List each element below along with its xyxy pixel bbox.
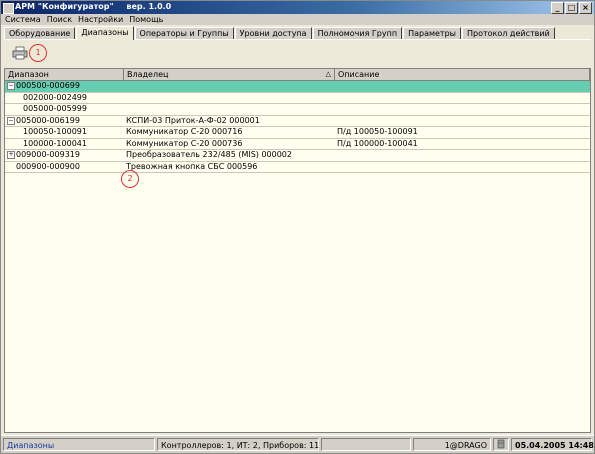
description-cell (335, 81, 590, 92)
status-bar: Диапазоны Контроллеров: 1, ИТ: 2, Прибор… (1, 435, 595, 453)
table-row[interactable]: 002000-002499 (5, 93, 590, 104)
minimize-button[interactable]: _ (551, 2, 564, 14)
status-section: Диапазоны (3, 438, 155, 451)
window-controls: _ □ × (551, 2, 592, 14)
range-cell: 000900-000900 (5, 162, 124, 173)
owner-cell (124, 93, 335, 104)
range-value: 000900-000900 (16, 161, 80, 171)
description-cell (335, 162, 590, 173)
range-value: 002000-002499 (23, 92, 87, 102)
range-value: 000500-000699 (16, 81, 80, 90)
maximize-button[interactable]: □ (565, 2, 578, 14)
app-version: вер. 1.0.0 (126, 2, 172, 11)
owner-cell: Преобразователь 232/485 (MIS) 000002 (126, 150, 292, 159)
tab-ranges[interactable]: Диапазоны (76, 26, 134, 40)
status-empty-panel (321, 438, 411, 451)
status-counts: Контроллеров: 1, ИТ: 2, Приборов: 11 (157, 438, 319, 451)
description-cell (335, 116, 590, 127)
range-value: 005000-005999 (23, 104, 87, 113)
menu-item-settings[interactable]: Настройки (78, 14, 123, 25)
owner-cell (124, 81, 335, 92)
range-cell: 100050-100091 (5, 127, 124, 138)
column-header-description[interactable]: Описание (335, 69, 590, 80)
description-cell (335, 150, 590, 161)
range-cell: 005000-005999 (5, 104, 124, 115)
column-header-range[interactable]: Диапазон (5, 69, 124, 80)
table-row[interactable]: 005000-005999 (5, 104, 590, 116)
owner-cell: Коммуникатор С-20 000716 (126, 127, 243, 136)
menu-bar: Система Поиск Настройки Помощь (1, 14, 594, 25)
window-title: АРМ "Конфигуратор" вер. 1.0.0 (15, 2, 171, 11)
range-cell: 100000-100041 (5, 139, 124, 150)
range-value: 100050-100091 (23, 127, 87, 136)
app-window: АРМ "Конфигуратор" вер. 1.0.0 _ □ × Сист… (0, 0, 595, 454)
close-button[interactable]: × (579, 2, 592, 14)
range-value: 009000-009319 (16, 150, 80, 159)
grid-header: Диапазон Владелец △ Описание (5, 69, 590, 81)
column-header-owner-label: Владелец (127, 70, 169, 79)
range-cell: +009000-009319 (5, 150, 124, 161)
column-header-owner[interactable]: Владелец △ (124, 69, 335, 80)
status-datetime: 05.04.2005 14:48:37 (511, 438, 595, 451)
collapse-icon[interactable]: − (7, 82, 15, 91)
range-cell: 002000-002499 (5, 93, 124, 104)
description-cell (335, 93, 590, 104)
description-cell: П/д 100050-100091 (337, 127, 418, 136)
printer-icon (12, 46, 28, 60)
app-title: АРМ "Конфигуратор" (15, 2, 114, 11)
table-row[interactable]: +009000-009319 Преобразователь 232/485 (M… (5, 150, 590, 162)
owner-cell (124, 104, 335, 115)
range-cell: −000500-000699 (5, 81, 124, 92)
table-row[interactable]: 100000-100041 Коммуникатор С-20 000736 П/д… (5, 138, 590, 150)
sort-ascending-icon: △ (325, 70, 331, 78)
print-button[interactable] (12, 46, 28, 60)
status-icon-panel (493, 438, 509, 451)
owner-cell: КСПИ-03 Приток-А-Ф-02 000001 (126, 115, 260, 125)
status-user: 1@DRAGO (413, 438, 491, 451)
expand-icon[interactable]: + (7, 151, 15, 160)
owner-cell: Тревожная кнопка СБС 000596 (126, 161, 258, 171)
description-cell: П/д 100000-100041 (337, 138, 418, 148)
table-row[interactable]: −005000-006199 КСПИ-03 Приток-А-Ф-02 0000… (5, 115, 590, 127)
callout-marker-2: 2 (121, 170, 139, 188)
database-icon (497, 439, 505, 449)
range-cell: −005000-006199 (5, 116, 124, 127)
tab-bar: Оборудование Диапазоны Операторы и Групп… (4, 26, 556, 40)
menu-item-help[interactable]: Помощь (129, 14, 163, 25)
menu-item-system[interactable]: Система (5, 14, 41, 25)
owner-cell: Коммуникатор С-20 000736 (126, 138, 243, 148)
callout-marker-1: 1 (29, 44, 47, 62)
grid-body: −000500-000699 002000-002499 005000-005999… (5, 81, 590, 173)
description-cell (335, 104, 590, 115)
range-value: 005000-006199 (16, 115, 80, 125)
range-value: 100000-100041 (23, 138, 87, 148)
table-row[interactable]: −000500-000699 (5, 81, 590, 93)
menu-item-search[interactable]: Поиск (47, 14, 72, 25)
collapse-icon[interactable]: − (7, 116, 15, 125)
app-icon (3, 3, 14, 14)
table-row[interactable]: 100050-100091 Коммуникатор С-20 000716 П/д… (5, 127, 590, 139)
toolbar: 1 (4, 39, 591, 68)
title-bar[interactable]: АРМ "Конфигуратор" вер. 1.0.0 _ □ × (1, 1, 594, 14)
ranges-grid: Диапазон Владелец △ Описание −000500-000… (4, 68, 591, 433)
table-row[interactable]: 000900-000900 Тревожная кнопка СБС 000596 (5, 161, 590, 173)
